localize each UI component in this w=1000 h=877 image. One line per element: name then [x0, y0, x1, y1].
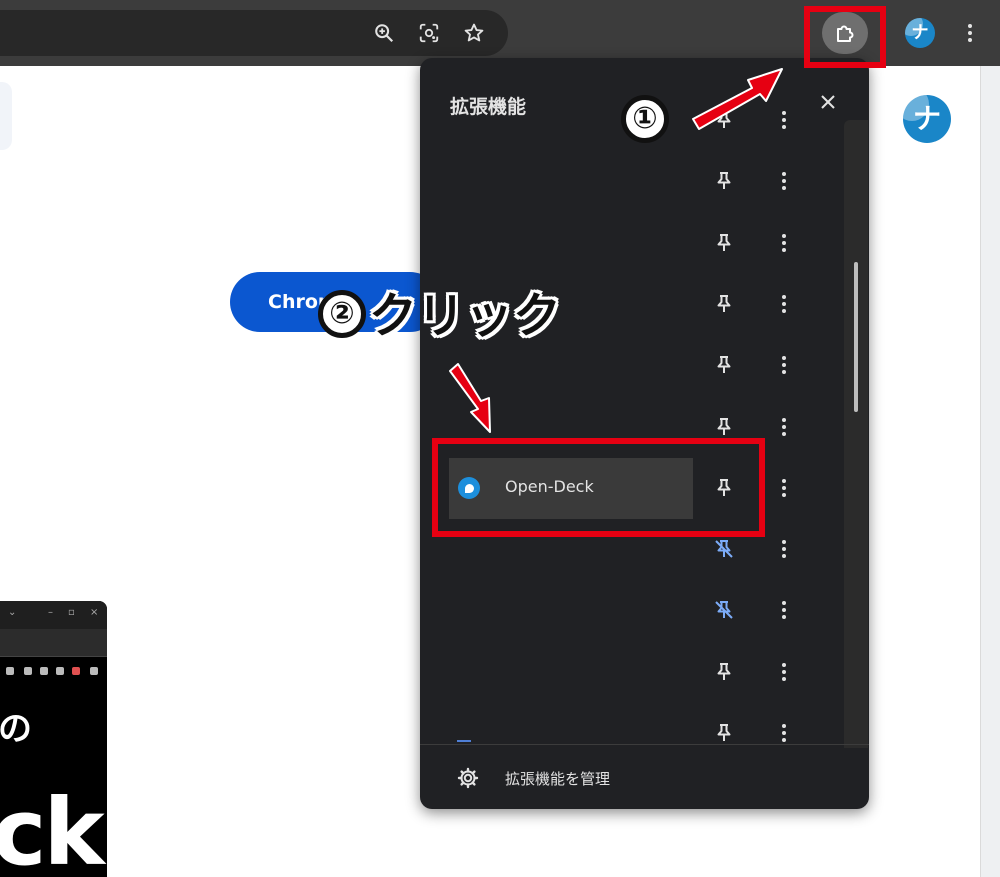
thumbnail-text-top: の: [0, 709, 32, 749]
extension-menu-kebab-icon[interactable]: [774, 353, 794, 377]
thumbnail-mini-icon: [24, 667, 32, 675]
gear-icon: [457, 767, 479, 789]
unpin-icon[interactable]: [712, 537, 736, 561]
lens-icon[interactable]: [412, 16, 446, 50]
panel-divider: [420, 744, 869, 745]
extension-menu-kebab-icon[interactable]: [774, 598, 794, 622]
extension-menu-kebab-icon[interactable]: [774, 231, 794, 255]
scroll-indicator: [457, 740, 471, 742]
zoom-icon[interactable]: [367, 16, 401, 50]
extension-menu-kebab-icon[interactable]: [774, 721, 794, 745]
pin-icon[interactable]: [712, 415, 736, 439]
step2-badge: ②: [318, 290, 366, 338]
bookmark-star-icon[interactable]: [457, 16, 491, 50]
extension-menu-kebab-icon[interactable]: [774, 292, 794, 316]
thumbnail-minimize-icon: –: [48, 607, 53, 618]
pin-icon[interactable]: [712, 231, 736, 255]
extension-menu-kebab-icon[interactable]: [774, 108, 794, 132]
pin-icon[interactable]: [712, 292, 736, 316]
thumbnail-text-big: ck: [0, 779, 105, 877]
thumbnail-mini-icon: [56, 667, 64, 675]
highlight-open-deck-row: [432, 438, 765, 537]
thumbnail-mini-icon: [72, 667, 80, 675]
page-card: [0, 82, 12, 150]
pin-icon[interactable]: [712, 721, 736, 745]
thumbnail-mini-icon: [6, 667, 14, 675]
extensions-panel: 拡張機能 Open-Deck 拡張機能を管理: [420, 58, 869, 809]
thumbnail-toolbar: [0, 629, 107, 675]
screenshot-thumbnail: ⌄ – ▫ × の ck: [0, 601, 107, 877]
extension-menu-kebab-icon[interactable]: [774, 415, 794, 439]
pin-icon[interactable]: [712, 169, 736, 193]
unpin-icon[interactable]: [712, 598, 736, 622]
highlight-extensions-button: [804, 6, 886, 68]
step1-badge: ①: [621, 95, 669, 143]
page-scrollbar[interactable]: [980, 66, 1000, 877]
extension-menu-kebab-icon[interactable]: [774, 476, 794, 500]
profile-avatar[interactable]: ナ: [905, 18, 935, 48]
extension-row[interactable]: [420, 151, 840, 212]
thumbnail-restore-icon: ▫: [68, 607, 75, 618]
click-instruction-text: クリック: [369, 288, 562, 344]
panel-scrollbar-thumb[interactable]: [854, 262, 858, 412]
extension-row[interactable]: [420, 580, 840, 641]
extension-menu-kebab-icon[interactable]: [774, 660, 794, 684]
extension-row[interactable]: [420, 642, 840, 703]
panel-scrollbar[interactable]: [844, 120, 868, 748]
manage-extensions-label: 拡張機能を管理: [505, 770, 611, 788]
thumbnail-mini-icon: [90, 667, 98, 675]
thumbnail-chevron-icon: ⌄: [8, 607, 17, 618]
menu-kebab-icon[interactable]: [953, 16, 987, 50]
pin-icon[interactable]: [712, 108, 736, 132]
pin-icon[interactable]: [712, 660, 736, 684]
thumbnail-titlebar: ⌄ – ▫ ×: [0, 601, 107, 629]
thumbnail-mini-icon: [40, 667, 48, 675]
extension-menu-kebab-icon[interactable]: [774, 169, 794, 193]
thumbnail-close-icon: ×: [90, 607, 99, 618]
extension-menu-kebab-icon[interactable]: [774, 537, 794, 561]
manage-extensions-row[interactable]: 拡張機能を管理: [420, 748, 869, 808]
extension-row[interactable]: [420, 213, 840, 274]
page-avatar: ナ: [903, 95, 951, 143]
pin-icon[interactable]: [712, 353, 736, 377]
